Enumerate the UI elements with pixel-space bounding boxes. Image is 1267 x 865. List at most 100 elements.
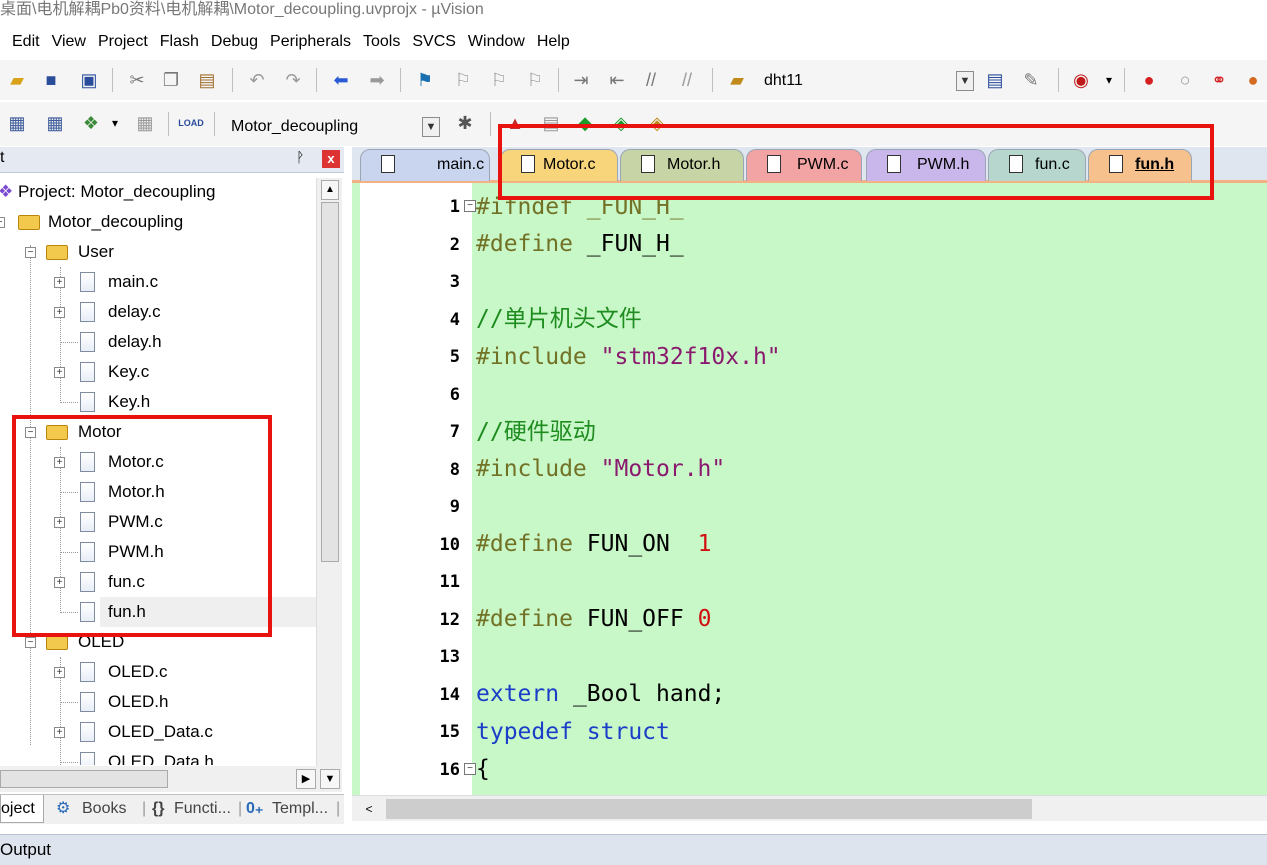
collapse-icon[interactable]: −	[25, 637, 36, 648]
code-token: #define	[476, 606, 587, 632]
scroll-right-icon[interactable]: ▶	[296, 769, 316, 789]
menu-peripherals[interactable]: Peripherals	[258, 28, 351, 56]
expand-icon[interactable]: +	[54, 727, 65, 738]
code-token: _Bool hand;	[559, 681, 726, 707]
kill-all-breakpoints-icon[interactable]: ●	[1242, 69, 1264, 91]
bookmark-icon[interactable]: ⚑	[414, 69, 436, 91]
find-in-files-icon[interactable]: ▰	[726, 69, 748, 91]
save-all-icon[interactable]: ▣	[78, 69, 100, 91]
menu-tools[interactable]: Tools	[351, 28, 400, 56]
next-bookmark-icon[interactable]: ⚐	[488, 69, 510, 91]
debug-session-icon[interactable]: ◉	[1070, 69, 1092, 91]
line-number: 13	[439, 647, 460, 667]
unindent-icon[interactable]: ⇤	[606, 69, 628, 91]
code-line: //单片机头文件	[476, 303, 642, 335]
breakpoint-icon[interactable]: ●	[1138, 69, 1160, 91]
pin-icon[interactable]: ᚹ	[296, 149, 304, 165]
undo-icon[interactable]: ↶	[246, 69, 268, 91]
build-icon[interactable]: ▦	[44, 112, 66, 134]
code-token: #define	[476, 531, 587, 557]
scrollbar-thumb[interactable]	[321, 202, 339, 562]
incremental-find-icon[interactable]: ✎	[1020, 69, 1042, 91]
menu-window[interactable]: Window	[456, 28, 525, 56]
tab-functions[interactable]: Functi...	[174, 795, 231, 823]
scroll-left-icon[interactable]: <	[358, 799, 380, 819]
target-options-icon[interactable]: ✱	[454, 112, 476, 134]
tab-templates[interactable]: Templ...	[272, 795, 328, 823]
window-title: 桌面\电机解耦Pb0资料\电机解耦\Motor_decoupling.uvpro…	[0, 0, 1267, 22]
menu-svcs[interactable]: SVCS	[400, 28, 456, 56]
chevron-down-icon[interactable]: ▼	[956, 71, 974, 91]
fold-collapse-icon[interactable]: −	[464, 200, 476, 212]
project-horizontal-scrollbar[interactable]: ▶ ▼	[0, 766, 342, 792]
open-file-icon[interactable]: ▰	[6, 69, 28, 91]
tree-label: OLED_Data.h	[108, 752, 214, 765]
redo-icon[interactable]: ↷	[282, 69, 304, 91]
find-icon[interactable]: ▤	[984, 69, 1006, 91]
tab-separator: |	[142, 800, 147, 817]
code-line: #define FUN_ON 1	[476, 528, 711, 560]
menu-view[interactable]: View	[40, 28, 86, 56]
fold-collapse-icon[interactable]: −	[464, 763, 476, 775]
translate-icon[interactable]: ▦	[6, 112, 28, 134]
scroll-up-icon[interactable]: ▲	[321, 180, 339, 200]
tab-separator: |	[238, 800, 243, 817]
cut-icon[interactable]: ✂	[126, 69, 148, 91]
collapse-icon[interactable]: −	[0, 217, 5, 228]
code-token: FUN_ON	[586, 531, 698, 557]
tree-label: User	[78, 242, 114, 261]
load-label: LOAD	[178, 117, 204, 128]
indent-icon[interactable]: ⇥	[570, 69, 592, 91]
output-title: Output	[0, 840, 52, 859]
scrollbar-thumb[interactable]	[0, 770, 168, 788]
code-token: 1	[697, 531, 712, 557]
line-number: 9	[449, 497, 460, 517]
chevron-down-icon[interactable]: ▾	[104, 112, 126, 134]
find-target-text[interactable]: dht11	[764, 70, 803, 92]
copy-icon[interactable]: ❐	[160, 69, 182, 91]
line-number: 6	[449, 385, 460, 405]
navigate-back-icon[interactable]: ⬅	[330, 69, 352, 91]
editor-horizontal-scrollbar[interactable]: <	[352, 795, 1267, 821]
chevron-down-icon[interactable]: ▼	[422, 117, 440, 137]
menu-project[interactable]: Project	[86, 28, 148, 56]
tab-books[interactable]: Books	[82, 795, 126, 823]
menu-flash[interactable]: Flash	[148, 28, 199, 56]
close-icon[interactable]: x	[322, 150, 340, 168]
expand-icon[interactable]: +	[54, 667, 65, 678]
menu-edit[interactable]: Edit	[0, 28, 40, 56]
paste-icon[interactable]: ▤	[196, 69, 218, 91]
stop-build-icon[interactable]: ▦	[134, 112, 156, 134]
expand-icon[interactable]: +	[54, 367, 65, 378]
save-icon[interactable]: ■	[40, 69, 62, 91]
tree-connector	[60, 702, 78, 703]
target-select[interactable]: Motor_decoupling	[231, 116, 358, 138]
project-vertical-scrollbar[interactable]: ▲	[316, 178, 342, 766]
disable-breakpoint-icon[interactable]: ○	[1174, 69, 1196, 91]
comment-icon[interactable]: //	[640, 69, 662, 91]
expand-icon[interactable]: +	[54, 277, 65, 288]
output-panel-header: Output	[0, 834, 1267, 865]
scrollbar-thumb[interactable]	[386, 799, 1032, 819]
navigate-forward-icon[interactable]: ➡	[366, 69, 388, 91]
scroll-down-icon[interactable]: ▼	[320, 769, 340, 789]
code-line: #include "Motor.h"	[476, 453, 725, 485]
menu-debug[interactable]: Debug	[199, 28, 258, 56]
prev-bookmark-icon[interactable]: ⚐	[452, 69, 474, 91]
disable-all-breakpoints-icon[interactable]: ⚭	[1208, 69, 1230, 91]
clear-bookmarks-icon[interactable]: ⚐	[524, 69, 546, 91]
code-editor[interactable]: 1 2 3 4 5 6 7 8 9 10 11 12 13 14 15 16 −…	[352, 183, 1267, 795]
toolbar-separator	[558, 68, 559, 92]
chevron-down-icon[interactable]: ▾	[1098, 69, 1120, 91]
collapse-icon[interactable]: −	[25, 247, 36, 258]
download-icon[interactable]: LOAD	[178, 112, 204, 134]
code-token: extern	[476, 681, 560, 707]
tab-main-c[interactable]: main.c	[360, 149, 490, 181]
code-area[interactable]: #ifndef _FUN_H_ #define _FUN_H_ //单片机头文件…	[476, 183, 1266, 795]
menu-help[interactable]: Help	[525, 28, 570, 56]
expand-icon[interactable]: +	[54, 307, 65, 318]
tab-project[interactable]: oject	[0, 795, 44, 823]
toolbar-separator	[112, 68, 113, 92]
uncomment-icon[interactable]: //	[676, 69, 698, 91]
rebuild-icon[interactable]: ❖	[80, 112, 102, 134]
